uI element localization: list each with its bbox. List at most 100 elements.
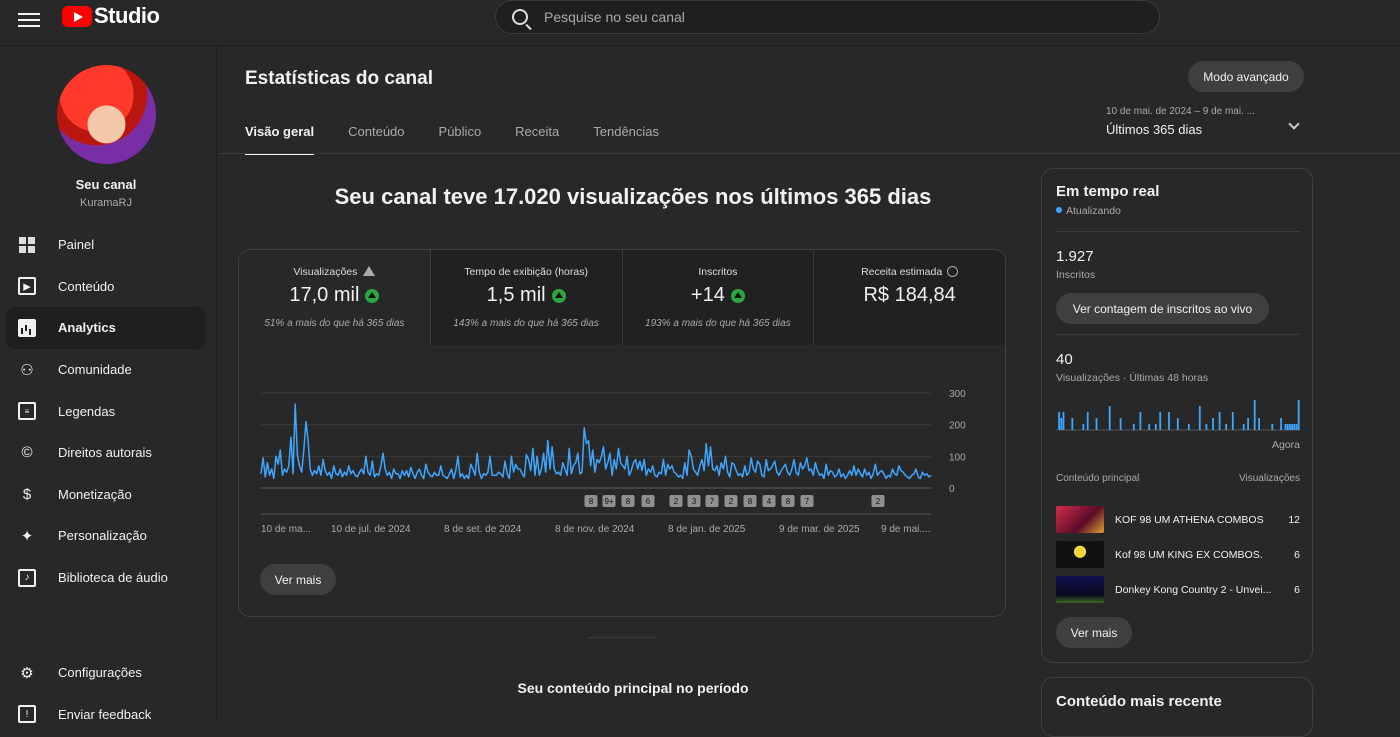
sidebar-item-conteudo[interactable]: ▸ Conteúdo bbox=[6, 266, 206, 308]
realtime-bar[interactable] bbox=[1071, 418, 1074, 430]
realtime-bar[interactable] bbox=[1187, 424, 1190, 430]
list-item[interactable]: KOF 98 UM ATHENA COMBOS 12 bbox=[1056, 502, 1300, 537]
realtime-bar[interactable] bbox=[1062, 412, 1065, 430]
upload-marker[interactable]: 4 bbox=[762, 495, 776, 507]
sidebar-item-configuracoes[interactable]: ⚙ Configurações bbox=[6, 652, 206, 694]
realtime-bar[interactable] bbox=[1148, 424, 1151, 430]
realtime-bar[interactable] bbox=[1159, 412, 1162, 430]
realtime-bar[interactable] bbox=[1225, 424, 1228, 430]
upload-marker[interactable]: 8 bbox=[781, 495, 795, 507]
recent-content-card: Conteúdo mais recente bbox=[1041, 677, 1313, 737]
realtime-bar[interactable] bbox=[1060, 418, 1063, 430]
realtime-bar[interactable] bbox=[1231, 412, 1234, 430]
feedback-icon: ! bbox=[18, 705, 36, 724]
upload-marker[interactable]: 7 bbox=[705, 495, 719, 507]
list-item[interactable]: Kof 98 UM KING EX COMBOS. 6 bbox=[1056, 537, 1300, 572]
advanced-mode-button[interactable]: Modo avançado bbox=[1188, 61, 1304, 92]
realtime-bar[interactable] bbox=[1154, 424, 1157, 430]
realtime-bar[interactable] bbox=[1271, 424, 1274, 430]
search-input[interactable] bbox=[544, 9, 1104, 25]
sidebar-item-label: Painel bbox=[58, 237, 95, 253]
tab-visao-geral[interactable]: Visão geral bbox=[245, 124, 315, 155]
video-views: 6 bbox=[1294, 583, 1300, 596]
live-count-button[interactable]: Ver contagem de inscritos ao vivo bbox=[1056, 293, 1269, 324]
studio-logo[interactable]: Studio bbox=[62, 3, 160, 28]
sidebar-item-biblioteca[interactable]: ♪ Biblioteca de áudio bbox=[6, 557, 206, 599]
upload-marker[interactable]: 8 bbox=[584, 495, 598, 507]
realtime-bar[interactable] bbox=[1289, 424, 1291, 430]
realtime-bar[interactable] bbox=[1212, 418, 1214, 430]
logo-text: Studio bbox=[94, 3, 160, 28]
upload-marker[interactable]: 3 bbox=[687, 495, 701, 507]
realtime-bar[interactable] bbox=[1119, 418, 1122, 430]
realtime-bar[interactable] bbox=[1132, 424, 1135, 430]
realtime-bar[interactable] bbox=[1218, 412, 1221, 430]
metric-subscribers[interactable]: Inscritos +14 193% a mais do que há 365 … bbox=[622, 250, 815, 345]
see-more-button[interactable]: Ver mais bbox=[260, 564, 336, 595]
realtime-bar[interactable] bbox=[1297, 400, 1300, 430]
upload-marker[interactable]: 2 bbox=[669, 495, 683, 507]
clock-icon bbox=[947, 266, 959, 277]
list-item[interactable]: Donkey Kong Country 2 - Unvei... 6 bbox=[1056, 572, 1300, 607]
realtime-bar[interactable] bbox=[1295, 424, 1298, 430]
realtime-bar[interactable] bbox=[1286, 424, 1289, 430]
sidebar-item-analytics[interactable]: Analytics bbox=[6, 307, 206, 349]
realtime-bar[interactable] bbox=[1247, 418, 1249, 430]
upload-marker[interactable]: 2 bbox=[871, 495, 885, 507]
sidebar-item-direitos[interactable]: © Direitos autorais bbox=[6, 432, 206, 474]
realtime-bar[interactable] bbox=[1198, 406, 1201, 430]
tab-tendencias[interactable]: Tendências bbox=[593, 124, 659, 155]
sidebar-item-personalizacao[interactable]: ✦ Personalização bbox=[6, 515, 206, 557]
views-series-line[interactable] bbox=[260, 403, 932, 480]
sidebar-item-label: Comunidade bbox=[58, 362, 132, 378]
realtime-bar[interactable] bbox=[1082, 424, 1085, 430]
menu-icon[interactable] bbox=[18, 9, 40, 31]
views-chart: 300 200 100 0 8 9+ 8 6 2 3 7 2 8 4 8 7 2 10 de ma... 10 de… bbox=[239, 345, 1005, 545]
metric-views[interactable]: Visualizações 17,0 mil 51% a mais do que… bbox=[239, 250, 431, 345]
section-title: Seu conteúdo principal no período bbox=[517, 680, 749, 696]
realtime-bar[interactable] bbox=[1253, 400, 1256, 430]
avatar[interactable] bbox=[57, 65, 156, 164]
now-label: Agora bbox=[1271, 439, 1300, 451]
views-count: 40 bbox=[1056, 351, 1073, 368]
realtime-see-more-button[interactable]: Ver mais bbox=[1056, 617, 1132, 648]
realtime-bar[interactable] bbox=[1176, 418, 1179, 430]
realtime-bar[interactable] bbox=[1086, 412, 1089, 430]
upload-marker[interactable]: 2 bbox=[724, 495, 738, 507]
sidebar-item-comunidade[interactable]: ⚇ Comunidade bbox=[6, 349, 206, 391]
video-thumbnail bbox=[1056, 506, 1104, 533]
realtime-bar[interactable] bbox=[1095, 418, 1098, 430]
tab-publico[interactable]: Público bbox=[439, 124, 482, 155]
realtime-bar[interactable] bbox=[1280, 418, 1282, 430]
upload-marker[interactable]: 8 bbox=[621, 495, 635, 507]
y-tick-label: 300 bbox=[949, 389, 966, 400]
search-icon[interactable] bbox=[512, 9, 528, 25]
realtime-bar[interactable] bbox=[1168, 412, 1170, 430]
upload-marker[interactable]: 6 bbox=[641, 495, 655, 507]
upload-marker[interactable]: 8 bbox=[743, 495, 757, 507]
realtime-bar[interactable] bbox=[1205, 424, 1208, 430]
date-range-selector[interactable]: 10 de mai. de 2024 – 9 de mai. ... Últim… bbox=[1106, 106, 1306, 137]
sidebar-item-monetizacao[interactable]: $ Monetização bbox=[6, 474, 206, 516]
overview-card: Visualizações 17,0 mil 51% a mais do que… bbox=[238, 249, 1006, 617]
sidebar-item-feedback[interactable]: ! Enviar feedback bbox=[6, 694, 206, 736]
warning-icon bbox=[363, 266, 376, 276]
upload-marker[interactable]: 9+ bbox=[602, 495, 616, 507]
metric-compare: 51% a mais do que há 365 dias bbox=[264, 318, 405, 329]
tab-conteudo[interactable]: Conteúdo bbox=[348, 124, 404, 155]
realtime-bar[interactable] bbox=[1258, 418, 1260, 430]
sidebar-item-legendas[interactable]: ≡ Legendas bbox=[6, 390, 206, 432]
realtime-bar[interactable] bbox=[1293, 424, 1296, 430]
sidebar-item-label: Personalização bbox=[58, 528, 147, 544]
metric-watch-time[interactable]: Tempo de exibição (horas) 1,5 mil 143% a… bbox=[430, 250, 623, 345]
tab-receita[interactable]: Receita bbox=[515, 124, 559, 155]
realtime-bar[interactable] bbox=[1284, 424, 1287, 430]
sidebar-item-painel[interactable]: Painel bbox=[6, 224, 206, 266]
metric-revenue[interactable]: Receita estimada R$ 184,84 bbox=[814, 250, 1005, 345]
realtime-bar[interactable] bbox=[1291, 424, 1293, 430]
realtime-bar[interactable] bbox=[1108, 406, 1111, 430]
realtime-bar[interactable] bbox=[1242, 424, 1245, 430]
realtime-bar[interactable] bbox=[1058, 412, 1060, 430]
realtime-bar[interactable] bbox=[1139, 412, 1142, 430]
upload-marker[interactable]: 7 bbox=[800, 495, 814, 507]
